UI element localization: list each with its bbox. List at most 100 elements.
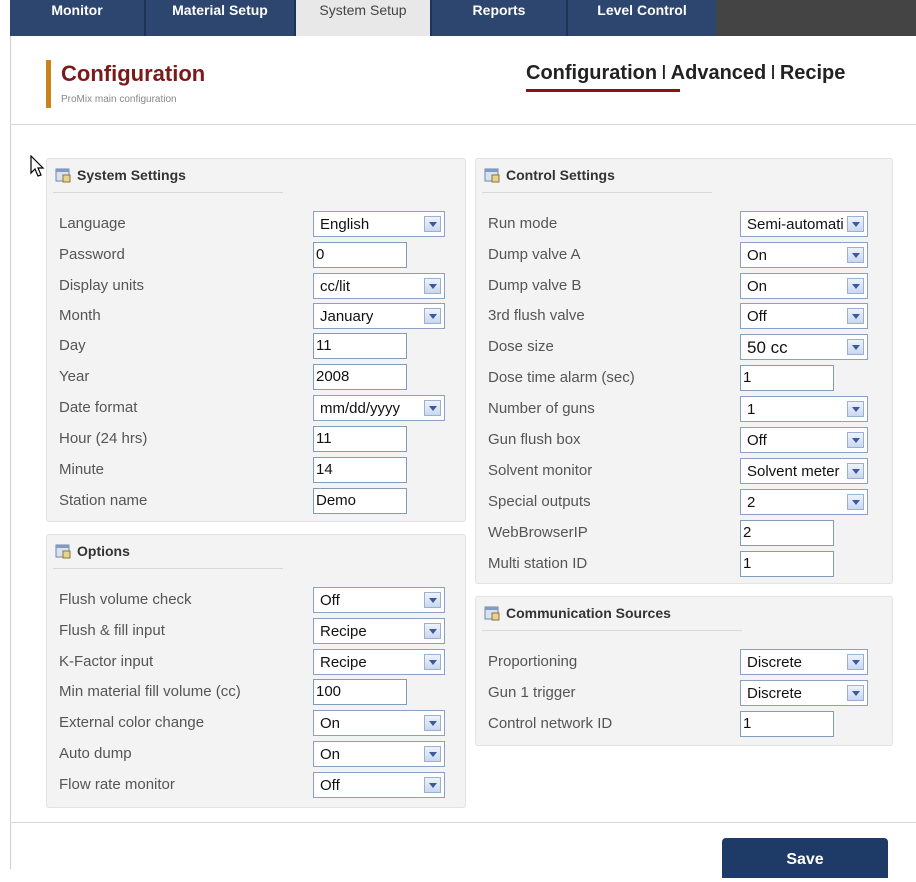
field-label: Language (59, 215, 126, 232)
chevron-down-icon[interactable] (847, 494, 864, 510)
password-field[interactable]: 0 (313, 242, 407, 268)
row-dump-valve-b: Dump valve B On (476, 273, 892, 303)
month-select[interactable]: January (313, 303, 445, 329)
tab-material-setup[interactable]: Material Setup (146, 0, 294, 36)
tab-level-control[interactable]: Level Control (568, 0, 716, 36)
flush-fill-input-select[interactable]: Recipe (313, 618, 445, 644)
dump-valve-a-select[interactable]: On (740, 242, 868, 268)
field-label: Dose time alarm (sec) (488, 369, 635, 386)
row-language: Language English (47, 211, 465, 241)
panel-header: Communication Sources (476, 597, 892, 629)
page-title: Configuration (61, 61, 206, 86)
panel-divider (482, 630, 742, 631)
min-fill-volume-field[interactable]: 100 (313, 679, 407, 705)
field-label: Auto dump (59, 745, 132, 762)
proportioning-select[interactable]: Discrete (740, 649, 868, 675)
row-multi-station-id: Multi station ID 1 (476, 551, 892, 581)
chevron-down-icon[interactable] (424, 623, 441, 639)
chevron-down-icon[interactable] (424, 777, 441, 793)
chevron-down-icon[interactable] (847, 401, 864, 417)
control-network-id-field[interactable]: 1 (740, 711, 834, 737)
year-field[interactable]: 2008 (313, 364, 407, 390)
row-k-factor-input: K-Factor input Recipe (47, 649, 465, 679)
multi-station-id-field[interactable]: 1 (740, 551, 834, 577)
number-of-guns-select[interactable]: 1 (740, 396, 868, 422)
auto-dump-select[interactable]: On (313, 741, 445, 767)
chevron-down-icon[interactable] (847, 685, 864, 701)
dump-valve-b-select[interactable]: On (740, 273, 868, 299)
web-browser-ip-field[interactable]: 2 (740, 520, 834, 546)
nav-configuration[interactable]: Configuration (526, 62, 657, 84)
field-label: Solvent monitor (488, 462, 593, 479)
third-flush-valve-select[interactable]: Off (740, 303, 868, 329)
field-label: Flush & fill input (59, 622, 165, 639)
tab-material-setup-label: Material Setup (172, 2, 268, 18)
gun-flush-box-select[interactable]: Off (740, 427, 868, 453)
dose-size-select[interactable]: 50 cc (740, 334, 868, 360)
chevron-down-icon[interactable] (424, 216, 441, 232)
panel-header: System Settings (47, 159, 465, 191)
field-label: WebBrowserIP (488, 524, 588, 541)
field-label: Gun flush box (488, 431, 581, 448)
chevron-down-icon[interactable] (847, 247, 864, 263)
chevron-down-icon[interactable] (424, 308, 441, 324)
sub-navigation: Configuration I Advanced I Recipe (526, 62, 845, 85)
date-format-select[interactable]: mm/dd/yyyy (313, 395, 445, 421)
external-color-change-select[interactable]: On (313, 710, 445, 736)
flow-rate-monitor-select[interactable]: Off (313, 772, 445, 798)
save-button[interactable]: Save (722, 838, 888, 878)
chevron-down-icon[interactable] (424, 715, 441, 731)
chevron-down-icon[interactable] (847, 654, 864, 670)
nav-recipe[interactable]: Recipe (780, 62, 846, 84)
row-solvent-monitor: Solvent monitor Solvent meter (476, 458, 892, 488)
chevron-down-icon[interactable] (424, 746, 441, 762)
nav-advanced[interactable]: Advanced (671, 62, 767, 84)
settings-panel-icon (484, 168, 500, 183)
options-panel: Options Flush volume check Off Flush & fi… (46, 534, 466, 808)
dose-time-alarm-field[interactable]: 1 (740, 365, 834, 391)
tab-monitor[interactable]: Monitor (10, 0, 144, 36)
panel-header: Control Settings (476, 159, 892, 191)
field-label: Flush volume check (59, 591, 192, 608)
chevron-down-icon[interactable] (424, 654, 441, 670)
settings-panel-icon (484, 606, 500, 621)
row-hour: Hour (24 hrs) 11 (47, 426, 465, 456)
chevron-down-icon[interactable] (424, 278, 441, 294)
station-name-field[interactable]: Demo (313, 488, 407, 514)
chevron-down-icon[interactable] (847, 278, 864, 294)
page-subtitle: ProMix main configuration (61, 94, 177, 105)
solvent-monitor-select[interactable]: Solvent meter (740, 458, 868, 484)
field-label: Display units (59, 277, 145, 294)
k-factor-input-select[interactable]: Recipe (313, 649, 445, 675)
hour-field[interactable]: 11 (313, 426, 407, 452)
row-dump-valve-a: Dump valve A On (476, 242, 892, 272)
chevron-down-icon[interactable] (847, 339, 864, 355)
panel-divider (53, 192, 283, 193)
day-field[interactable]: 11 (313, 333, 407, 359)
chevron-down-icon[interactable] (847, 308, 864, 324)
special-outputs-select[interactable]: 2 (740, 489, 868, 515)
row-run-mode: Run mode Semi-automatic (476, 211, 892, 241)
select-value: Off (320, 592, 340, 609)
field-label: Dump valve A (488, 246, 581, 263)
chevron-down-icon[interactable] (424, 400, 441, 416)
tab-reports[interactable]: Reports (432, 0, 566, 36)
select-value: On (320, 715, 341, 732)
flush-volume-check-select[interactable]: Off (313, 587, 445, 613)
chevron-down-icon[interactable] (847, 432, 864, 448)
select-value: English (320, 216, 370, 233)
run-mode-select[interactable]: Semi-automatic (740, 211, 868, 237)
chevron-down-icon[interactable] (847, 216, 864, 232)
chevron-down-icon[interactable] (847, 463, 864, 479)
row-minute: Minute 14 (47, 457, 465, 487)
field-label: Flow rate monitor (59, 776, 175, 793)
gun-1-trigger-select[interactable]: Discrete (740, 680, 868, 706)
display-units-select[interactable]: cc/lit (313, 273, 445, 299)
minute-field[interactable]: 14 (313, 457, 407, 483)
field-label: Minute (59, 461, 105, 478)
row-control-network-id: Control network ID 1 (476, 711, 892, 741)
chevron-down-icon[interactable] (424, 592, 441, 608)
tab-system-setup[interactable]: System Setup (296, 0, 430, 36)
language-select[interactable]: English (313, 211, 445, 237)
select-value: On (747, 247, 768, 264)
